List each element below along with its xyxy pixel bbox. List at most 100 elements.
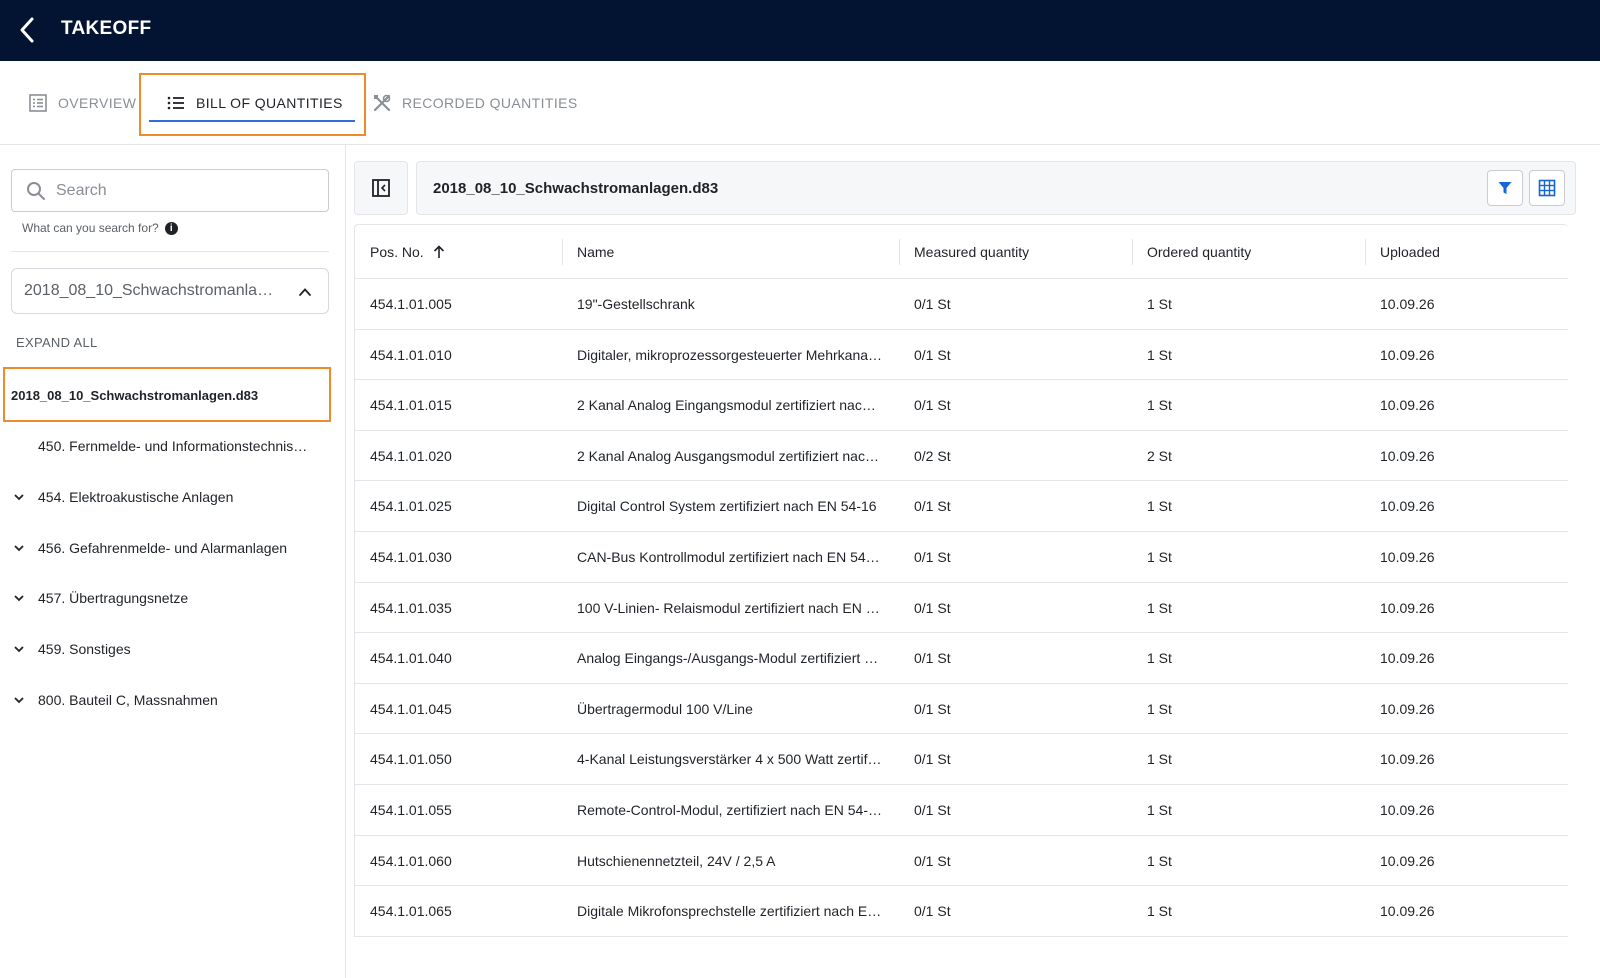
chevron-down-icon[interactable] [0, 592, 38, 604]
cell-name: 2 Kanal Analog Ausgangsmodul zertifizier… [577, 447, 883, 464]
cell-pos-no: 454.1.01.025 [370, 498, 452, 515]
cell-name: Analog Eingangs-/Ausgangs-Modul zertifiz… [577, 650, 883, 667]
search-icon [27, 181, 45, 200]
file-select[interactable]: 2018_08_10_Schwachstromanlagen.d83 [11, 268, 329, 314]
tree-item-457[interactable]: 457. Übertragungsnetze [0, 583, 340, 613]
app-title: TAKEOFF [61, 18, 152, 39]
column-header-name[interactable]: Name [577, 244, 883, 260]
cell-pos-no: 454.1.01.050 [370, 751, 452, 768]
search-field[interactable] [11, 169, 329, 212]
table-row[interactable]: 454.1.01.035 100 V-Linien- Relaismodul ze… [354, 582, 1568, 634]
filter-button[interactable] [1487, 170, 1523, 206]
table-row[interactable]: 454.1.01.040 Analog Eingangs-/Ausgangs-Mo… [354, 633, 1568, 684]
cell-pos-no: 454.1.01.055 [370, 801, 452, 818]
cell-measured-quantity: 0/1 St [914, 751, 951, 768]
cell-ordered-quantity: 1 St [1147, 346, 1172, 363]
column-separator[interactable] [1132, 239, 1133, 265]
table-body: 454.1.01.005 19"-Gestellschrank 0/1 St 1 St… [354, 279, 1568, 937]
table-row[interactable]: 454.1.01.020 2 Kanal Analog Ausgangsmodul… [354, 430, 1568, 482]
list-icon [167, 96, 184, 110]
panel-toggle-button[interactable] [354, 161, 408, 215]
back-button[interactable] [12, 14, 44, 46]
table-row[interactable]: 454.1.01.050 4-Kanal Leistungsverstärker … [354, 734, 1568, 785]
tree-item-label: 456. Gefahrenmelde- und Alarmanlagen [38, 540, 288, 556]
chevron-down-icon[interactable] [0, 542, 38, 554]
tree-item-456[interactable]: 456. Gefahrenmelde- und Alarmanlagen [0, 533, 340, 563]
column-header-ordered-quantity[interactable]: Ordered quantity [1147, 244, 1251, 260]
table-row[interactable]: 454.1.01.005 19"-Gestellschrank 0/1 St 1 St… [354, 279, 1568, 330]
cell-measured-quantity: 0/1 St [914, 296, 951, 312]
cell-uploaded: 10.09.26 [1380, 599, 1435, 616]
cell-uploaded: 10.09.26 [1380, 700, 1435, 717]
cell-measured-quantity: 0/1 St [914, 700, 951, 717]
cell-uploaded: 10.09.26 [1380, 447, 1435, 464]
cell-name: Digitaler, mikroprozessorgesteuerter Meh… [577, 346, 883, 363]
cell-ordered-quantity: 1 St [1147, 498, 1172, 515]
column-header-uploaded[interactable]: Uploaded [1380, 244, 1440, 260]
tree-item-label: 459. Sonstiges [38, 641, 131, 657]
tab-recorded-quantities[interactable]: RECORDED QUANTITIES [372, 79, 578, 127]
tree-item-459[interactable]: 459. Sonstiges [0, 634, 340, 664]
expand-all-button[interactable]: EXPAND ALL [16, 335, 98, 350]
table-row[interactable]: 454.1.01.055 Remote-Control-Modul, zertif… [354, 784, 1568, 836]
cell-ordered-quantity: 1 St [1147, 852, 1172, 869]
tab-overview[interactable]: OVERVIEW [28, 79, 136, 127]
column-separator[interactable] [1365, 239, 1366, 265]
cell-uploaded: 10.09.26 [1380, 498, 1435, 515]
column-separator[interactable] [562, 239, 563, 265]
cell-pos-no: 454.1.01.045 [370, 700, 452, 717]
cell-measured-quantity: 0/1 St [914, 498, 951, 515]
cell-pos-no: 454.1.01.040 [370, 650, 452, 667]
cell-pos-no: 454.1.01.010 [370, 346, 452, 363]
table-row[interactable]: 454.1.01.010 Digitaler, mikroprozessorges… [354, 329, 1568, 381]
cell-ordered-quantity: 1 St [1147, 751, 1172, 768]
tab-recorded-quantities-label: RECORDED QUANTITIES [402, 95, 578, 111]
chevron-down-icon[interactable] [0, 694, 38, 706]
top-bar: TAKEOFF [0, 0, 1600, 61]
search-input[interactable] [56, 181, 306, 200]
grid-icon [1538, 179, 1556, 197]
cell-name: Übertragermodul 100 V/Line [577, 700, 753, 717]
table-row[interactable]: 454.1.01.025 Digital Control System zerti… [354, 481, 1568, 532]
column-header-pos-no[interactable]: Pos. No. [370, 244, 446, 260]
cell-ordered-quantity: 1 St [1147, 296, 1172, 312]
table-row[interactable]: 454.1.01.065 Digitale Mikrofonsprechstell… [354, 886, 1568, 937]
column-layout-button[interactable] [1529, 170, 1565, 206]
cell-ordered-quantity: 1 St [1147, 903, 1172, 920]
table-row[interactable]: 454.1.01.045 Übertragermodul 100 V/Line 0/… [354, 683, 1568, 735]
chevron-down-icon[interactable] [0, 491, 38, 503]
cell-name: 4-Kanal Leistungsverstärker 4 x 500 Watt… [577, 751, 883, 768]
table-row[interactable]: 454.1.01.060 Hutschienennetzteil, 24V / 2… [354, 835, 1568, 887]
cell-pos-no: 454.1.01.065 [370, 903, 452, 920]
tree-item-800[interactable]: 800. Bauteil C, Massnahmen [0, 685, 340, 715]
table-row[interactable]: 454.1.01.030 CAN-Bus Kontrollmodul zertif… [354, 531, 1568, 583]
sidebar-toggle-icon [372, 179, 390, 197]
cell-name: Digitale Mikrofonsprechstelle zertifizie… [577, 903, 883, 920]
column-separator[interactable] [899, 239, 900, 265]
table-row[interactable]: 454.1.01.015 2 Kanal Analog Eingangsmodul… [354, 380, 1568, 431]
cell-measured-quantity: 0/1 St [914, 599, 951, 616]
tree-item-450[interactable]: 450. Fernmelde- und Informationstechnisc… [0, 431, 340, 461]
cell-pos-no: 454.1.01.035 [370, 599, 452, 616]
info-icon[interactable]: i [164, 221, 178, 235]
cell-pos-no: 454.1.01.015 [370, 397, 452, 414]
cell-uploaded: 10.09.26 [1380, 346, 1435, 363]
cell-uploaded: 10.09.26 [1380, 903, 1435, 920]
tree-root-file[interactable]: 2018_08_10_Schwachstromanlagen.d83 [11, 388, 258, 403]
cell-ordered-quantity: 1 St [1147, 801, 1172, 818]
chevron-down-icon[interactable] [0, 643, 38, 655]
tools-icon [373, 94, 391, 112]
cell-uploaded: 10.09.26 [1380, 801, 1435, 818]
cell-measured-quantity: 0/1 St [914, 548, 951, 565]
column-header-measured-quantity[interactable]: Measured quantity [914, 244, 1029, 260]
tree-item-454[interactable]: 454. Elektroakustische Anlagen [0, 482, 340, 512]
cell-uploaded: 10.09.26 [1380, 650, 1435, 667]
cell-ordered-quantity: 1 St [1147, 700, 1172, 717]
active-tab-indicator [149, 120, 355, 122]
cell-ordered-quantity: 1 St [1147, 599, 1172, 616]
cell-measured-quantity: 0/1 St [914, 903, 951, 920]
cell-uploaded: 10.09.26 [1380, 751, 1435, 768]
cell-ordered-quantity: 2 St [1147, 447, 1172, 464]
search-hint: What can you search for? i [22, 221, 178, 235]
filter-icon [1498, 182, 1512, 194]
